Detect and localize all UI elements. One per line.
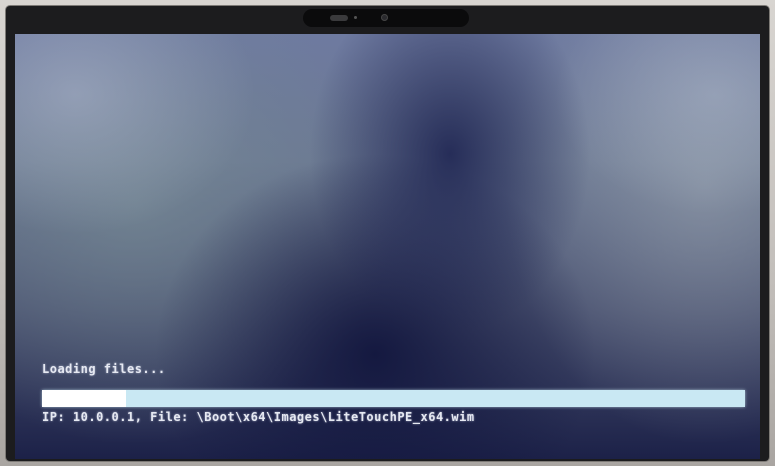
- camera-sensor-icon: [330, 15, 348, 21]
- webcam-bar: [303, 9, 469, 27]
- camera-led-icon: [354, 16, 357, 19]
- boot-screen: Loading files... IP: 10.0.0.1, File: \Bo…: [15, 34, 760, 459]
- photo-background: Loading files... IP: 10.0.0.1, File: \Bo…: [0, 0, 775, 466]
- status-line: IP: 10.0.0.1, File: \Boot\x64\Images\Lit…: [42, 410, 475, 424]
- loading-progress-bar: [42, 390, 745, 407]
- camera-lens-icon: [381, 14, 388, 21]
- progress-fill: [42, 390, 126, 407]
- loading-label: Loading files...: [42, 362, 166, 376]
